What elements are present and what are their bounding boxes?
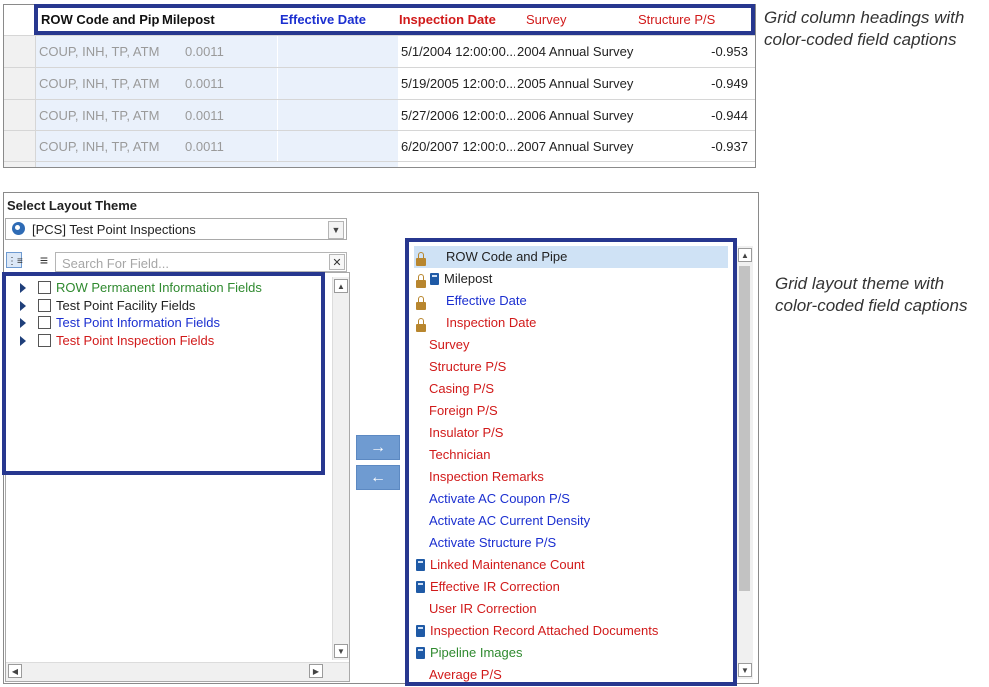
cell-inspection-date[interactable]: 5/27/2006 12:00:0... [401, 100, 515, 131]
scroll-down-arrow-icon[interactable]: ▼ [738, 663, 752, 677]
cell-survey[interactable]: 2005 Annual Survey [517, 68, 635, 99]
layout-theme-title: Select Layout Theme [7, 198, 138, 213]
header-highlight-box [34, 4, 755, 35]
cell-row-code[interactable]: COUP, INH, TP, ATMO [36, 36, 159, 67]
cell-effective-date[interactable] [278, 36, 398, 67]
cell-effective-date[interactable] [278, 68, 398, 99]
cell-effective-date[interactable] [278, 131, 398, 162]
chevron-down-icon[interactable]: ▼ [328, 221, 344, 239]
cell-structure-ps[interactable]: -0.944 [638, 100, 748, 131]
cell-milepost[interactable]: 0.0011 [159, 36, 277, 67]
layout-theme-select[interactable]: [PCS] Test Point Inspections ▼ [5, 218, 347, 240]
tree-vertical-scrollbar[interactable]: ▲ ▼ [332, 277, 349, 660]
globe-icon [12, 222, 25, 235]
row-selector[interactable] [4, 36, 36, 67]
cell-milepost[interactable]: 0.0011 [159, 100, 277, 131]
list-view-button[interactable]: ≡ [36, 252, 52, 268]
cell-row-code[interactable]: COUP, INH, TP, ATMO [36, 68, 159, 99]
table-row[interactable]: COUP, INH, TP, ATMO 0.0011 5/19/2005 12:… [4, 67, 755, 99]
list-view-icon: ≡ [39, 252, 49, 268]
table-row[interactable]: COUP, INH, TP, ATMO 0.0011 6/20/2007 12:… [4, 130, 755, 162]
cell-survey[interactable]: 2006 Annual Survey [517, 100, 635, 131]
tree-view-icon: ⋮≡ [7, 256, 23, 267]
search-input[interactable] [60, 254, 334, 272]
cell-effective-date[interactable] [278, 100, 398, 131]
cell-row-code[interactable]: COUP, INH, TP, ATMO [36, 100, 159, 131]
cell-structure-ps[interactable]: -0.949 [638, 68, 748, 99]
cell-structure-ps[interactable]: -0.953 [638, 36, 748, 67]
move-left-button[interactable]: ← [356, 465, 400, 490]
cell-survey[interactable]: 2004 Annual Survey [517, 36, 635, 67]
scroll-thumb[interactable] [739, 266, 750, 591]
tree-highlight-box [2, 272, 325, 475]
table-row-partial [4, 161, 755, 167]
table-row[interactable]: COUP, INH, TP, ATMO 0.0011 5/27/2006 12:… [4, 99, 755, 131]
scroll-left-arrow-icon[interactable]: ◀ [8, 664, 22, 678]
row-selector[interactable] [4, 68, 36, 99]
scroll-down-arrow-icon[interactable]: ▼ [334, 644, 348, 658]
cell-survey[interactable]: 2007 Annual Survey [517, 131, 635, 162]
clear-search-button[interactable]: ✕ [329, 254, 345, 270]
tree-view-button[interactable]: ⋮≡ [6, 252, 23, 268]
layout-theme-callout: Grid layout theme with color-coded field… [775, 274, 968, 315]
cell-structure-ps[interactable]: -0.937 [638, 131, 748, 162]
cell-row-code[interactable]: COUP, INH, TP, ATMO [36, 131, 159, 162]
fields-highlight-box [405, 238, 737, 686]
fields-vertical-scrollbar[interactable]: ▲ ▼ [736, 246, 753, 679]
row-selector[interactable] [4, 100, 36, 131]
cell-inspection-date[interactable]: 6/20/2007 12:00:0... [401, 131, 515, 162]
row-selector[interactable] [4, 131, 36, 162]
field-search-box: ✕ [55, 252, 347, 272]
cell-milepost[interactable]: 0.0011 [159, 131, 277, 162]
tree-horizontal-scrollbar[interactable]: ◀ ▶ [6, 662, 349, 681]
row-selector [4, 162, 36, 167]
scroll-up-arrow-icon[interactable]: ▲ [738, 248, 752, 262]
cell-partial [36, 162, 398, 167]
cell-milepost[interactable]: 0.0011 [159, 68, 277, 99]
grid-headings-callout: Grid column headings with color-coded fi… [764, 8, 965, 49]
table-row[interactable]: COUP, INH, TP, ATMO 0.0011 5/1/2004 12:0… [4, 35, 755, 67]
scroll-right-arrow-icon[interactable]: ▶ [309, 664, 323, 678]
scroll-up-arrow-icon[interactable]: ▲ [334, 279, 348, 293]
row-selector-header [4, 5, 36, 34]
cell-inspection-date[interactable]: 5/1/2004 12:00:00... [401, 36, 515, 67]
move-right-button[interactable]: → [356, 435, 400, 460]
layout-theme-value: [PCS] Test Point Inspections [32, 222, 196, 237]
cell-inspection-date[interactable]: 5/19/2005 12:00:0... [401, 68, 515, 99]
